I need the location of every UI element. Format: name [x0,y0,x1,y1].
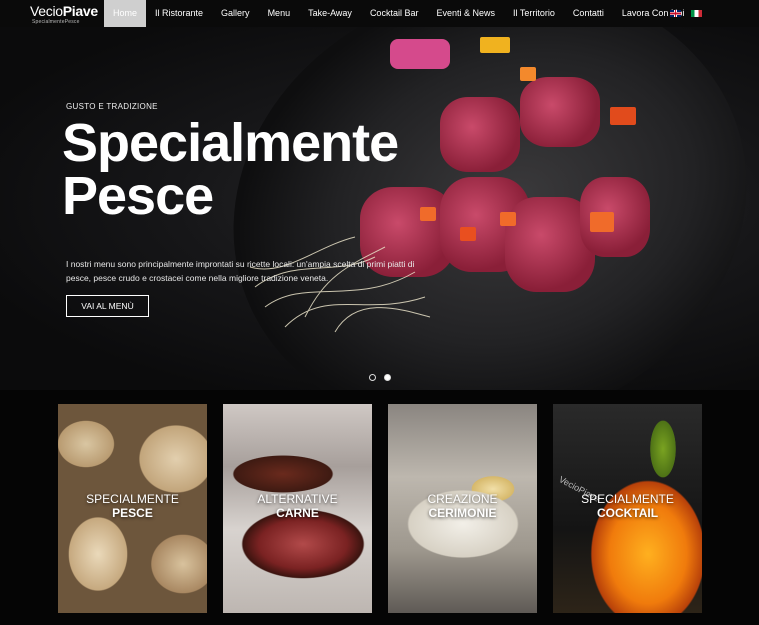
card-alternative-carne[interactable]: ALTERNATIVE CARNE [223,404,372,613]
vegetable-dice [460,227,476,241]
logo-tagline: SpecialmentePesce [32,19,80,25]
vegetable-dice [590,212,614,232]
slider-dots [369,374,391,381]
vegetable-dice [610,107,636,125]
vegetable-dice [480,37,510,53]
site-logo[interactable]: VecioPiave SpecialmentePesce [30,3,100,25]
italian-flag-icon[interactable] [691,10,702,17]
card-label: CREAZIONE CERIMONIE [427,492,498,520]
nav-item-il-ristorante[interactable]: Il Ristorante [146,0,212,27]
hero-title: Specialmente Pesce [62,116,502,226]
nav-item-contatti[interactable]: Contatti [564,0,613,27]
card-creazione-cerimonie[interactable]: CREAZIONE CERIMONIE [388,404,537,613]
english-flag-icon[interactable] [670,10,681,17]
view-menu-button[interactable]: VAI AL MENÙ [66,295,149,317]
main-menu: Home Il Ristorante Gallery Menu Take-Awa… [104,0,693,27]
dragonfruit-slice [390,39,450,69]
vegetable-dice [500,212,516,226]
card-label: SPECIALMENTE PESCE [86,492,179,520]
hero-slider: GUSTO E TRADIZIONE Specialmente Pesce I … [0,27,759,390]
nav-item-il-territorio[interactable]: Il Territorio [504,0,564,27]
nav-item-home[interactable]: Home [104,0,147,27]
nav-item-menu[interactable]: Menu [259,0,300,27]
logo-wordmark: VecioPiave [30,3,98,19]
top-navigation-bar: VecioPiave SpecialmentePesce Home Il Ris… [0,0,759,27]
hero-title-line2: Pesce [62,165,214,226]
card-specialmente-pesce[interactable]: SPECIALMENTE PESCE [58,404,207,613]
slider-dot-1[interactable] [369,374,376,381]
card-label: SPECIALMENTE COCKTAIL [581,492,674,520]
hero-title-line1: Specialmente [62,113,399,173]
tuna-piece [520,77,600,147]
nav-item-cocktail-bar[interactable]: Cocktail Bar [361,0,428,27]
slider-dot-2[interactable] [384,374,391,381]
nav-item-take-away[interactable]: Take-Away [299,0,361,27]
language-switcher [670,10,702,17]
category-cards: SPECIALMENTE PESCE ALTERNATIVE CARNE CRE… [0,390,759,625]
card-label: ALTERNATIVE CARNE [257,492,338,520]
nav-item-eventi-news[interactable]: Eventi & News [427,0,504,27]
card-specialmente-cocktail[interactable]: VecioPiave SPECIALMENTE COCKTAIL [553,404,702,613]
hero-eyebrow: GUSTO E TRADIZIONE [66,102,158,111]
hero-description: I nostri menu sono principalmente impron… [66,259,415,284]
nav-item-gallery[interactable]: Gallery [212,0,259,27]
vegetable-dice [520,67,536,81]
